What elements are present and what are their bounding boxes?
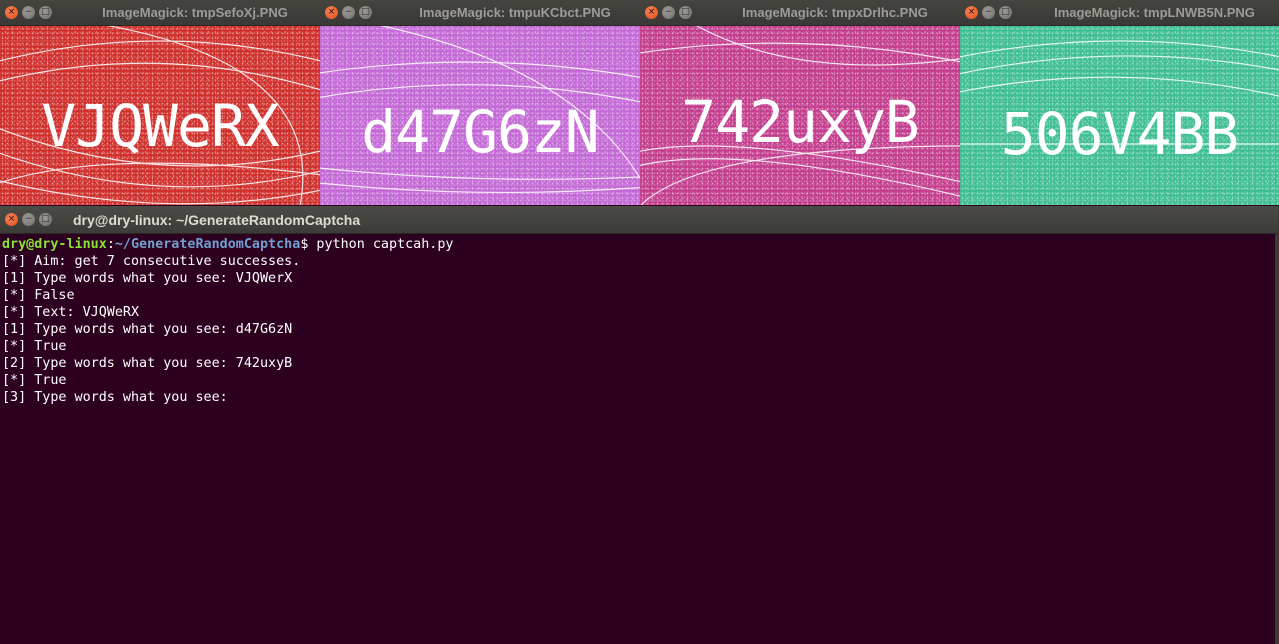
- desktop: × − □ ImageMagick: tmpSefoXj.PNG VJQWeRX…: [0, 0, 1279, 644]
- captcha-image: d47G6zN: [320, 26, 640, 205]
- output-line: [2] Type words what you see: 742uxyB: [2, 356, 293, 371]
- prompt-command: python captcah.py: [308, 237, 454, 252]
- output-line: [*] True: [2, 339, 67, 354]
- minimize-icon[interactable]: −: [342, 6, 355, 19]
- output-line: [1] Type words what you see: VJQWerX: [2, 271, 293, 286]
- prompt-separator: :: [106, 237, 115, 252]
- output-line: [1] Type words what you see: d47G6zN: [2, 322, 293, 337]
- output-line: [*] Text: VJQWeRX: [2, 305, 140, 320]
- captcha-text: VJQWeRX: [41, 92, 279, 160]
- maximize-icon[interactable]: □: [679, 6, 692, 19]
- minimize-icon[interactable]: −: [22, 213, 35, 226]
- terminal-title: dry@dry-linux: ~/GenerateRandomCaptcha: [73, 211, 361, 228]
- close-icon[interactable]: ×: [325, 6, 338, 19]
- image-windows-row: × − □ ImageMagick: tmpSefoXj.PNG VJQWeRX…: [0, 0, 1279, 205]
- maximize-icon[interactable]: □: [39, 6, 52, 19]
- minimize-icon[interactable]: −: [22, 6, 35, 19]
- imagemagick-window-4[interactable]: × − □ ImageMagick: tmpLNWB5N.PNG 506V4BB: [960, 0, 1279, 205]
- output-line: [*] False: [2, 288, 75, 303]
- close-icon[interactable]: ×: [5, 6, 18, 19]
- prompt-user-host: dry@dry-linux: [2, 237, 107, 252]
- output-line: [*] True: [2, 373, 67, 388]
- terminal-output[interactable]: dry@dry-linux:~/GenerateRandomCaptcha$ p…: [0, 234, 1278, 406]
- terminal-scrollbar[interactable]: [1275, 234, 1278, 644]
- terminal-titlebar[interactable]: × − □ dry@dry-linux: ~/GenerateRandomCap…: [0, 206, 1278, 234]
- minimize-icon[interactable]: −: [662, 6, 675, 19]
- close-icon[interactable]: ×: [5, 213, 18, 226]
- prompt-line: dry@dry-linux:~/GenerateRandomCaptcha$ p…: [2, 236, 1278, 253]
- imagemagick-window-2[interactable]: × − □ ImageMagick: tmpuKCbct.PNG d47G6zN: [320, 0, 640, 205]
- output-line: [*] Aim: get 7 consecutive successes.: [2, 254, 301, 269]
- prompt-path: ~/GenerateRandomCaptcha: [114, 237, 301, 252]
- imagemagick-window-3[interactable]: × − □ ImageMagick: tmpxDrlhc.PNG 742uxyB: [640, 0, 960, 205]
- minimize-icon[interactable]: −: [982, 6, 995, 19]
- close-icon[interactable]: ×: [645, 6, 658, 19]
- maximize-icon[interactable]: □: [39, 213, 52, 226]
- window-titlebar[interactable]: × − □ ImageMagick: tmpuKCbct.PNG: [320, 0, 640, 26]
- terminal-window[interactable]: × − □ dry@dry-linux: ~/GenerateRandomCap…: [0, 206, 1279, 644]
- maximize-icon[interactable]: □: [359, 6, 372, 19]
- captcha-text: 742uxyB: [681, 88, 919, 156]
- window-titlebar[interactable]: × − □ ImageMagick: tmpLNWB5N.PNG: [960, 0, 1279, 26]
- captcha-image: VJQWeRX: [0, 26, 320, 205]
- captcha-text: d47G6zN: [361, 98, 599, 166]
- captcha-text: 506V4BB: [1000, 100, 1239, 168]
- maximize-icon[interactable]: □: [999, 6, 1012, 19]
- imagemagick-window-1[interactable]: × − □ ImageMagick: tmpSefoXj.PNG VJQWeRX: [0, 0, 320, 205]
- window-titlebar[interactable]: × − □ ImageMagick: tmpSefoXj.PNG: [0, 0, 320, 26]
- captcha-image: 742uxyB: [640, 26, 960, 205]
- input-line[interactable]: [3] Type words what you see:: [2, 389, 1278, 406]
- window-titlebar[interactable]: × − □ ImageMagick: tmpxDrlhc.PNG: [640, 0, 960, 26]
- captcha-image: 506V4BB: [960, 26, 1279, 205]
- close-icon[interactable]: ×: [965, 6, 978, 19]
